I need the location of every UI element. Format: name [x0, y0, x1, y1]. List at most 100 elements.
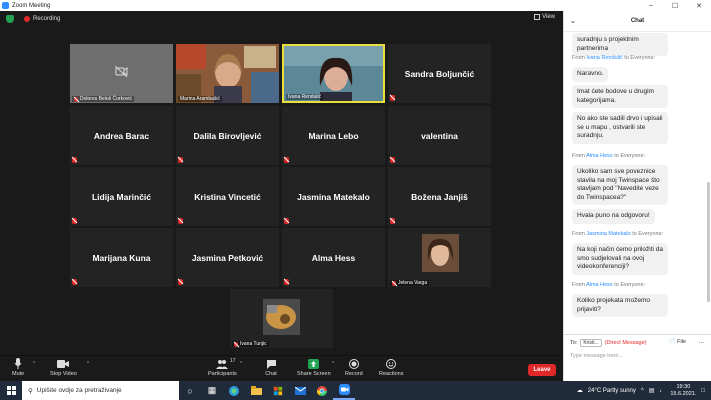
share-screen-icon [308, 358, 320, 369]
close-icon[interactable]: ✕ [687, 0, 711, 11]
participant-name: Andrea Barac [93, 130, 150, 141]
chat-header: ⌄ Chat [564, 11, 711, 32]
participant-tile[interactable]: Kristina Vincetić [176, 167, 279, 226]
participant-tile[interactable]: valentina [388, 106, 491, 165]
participant-tile[interactable]: Andrea Barac [70, 106, 173, 165]
participant-name: Sandra Boljunčić [404, 68, 475, 79]
mail-icon[interactable] [289, 381, 311, 400]
participant-tile[interactable]: Ivana Tunjic [230, 289, 333, 348]
chat-message-sender: From Alma Hess to Everyone: [572, 153, 646, 159]
chat-message: No ako ste sadili drvo i upisali se u ma… [572, 112, 668, 144]
grid-icon [534, 14, 541, 20]
chat-message-sender: From Alma Hess to Everyone: [572, 282, 646, 288]
participant-name: Marijana Kuna [92, 252, 151, 263]
participant-tile[interactable]: Jasmina Matekalo [282, 167, 385, 226]
participant-tile[interactable]: Dalila Birovljević [176, 106, 279, 165]
view-button[interactable]: View [534, 14, 555, 20]
chat-message: suradnju s projektnim partnerima [572, 33, 668, 56]
meeting-status-bar: Recording View [0, 11, 563, 27]
chevron-down-icon[interactable]: ⌄ [570, 17, 576, 25]
participant-tile[interactable]: Marijana Kuna [70, 228, 173, 287]
chat-messages[interactable]: suradnju s projektnim partnerima From Iv… [564, 32, 711, 334]
participant-tile[interactable]: Jelena Varga [388, 228, 491, 287]
chat-scrollbar[interactable] [707, 182, 710, 302]
chat-bubble-icon [265, 358, 277, 369]
chat-message: Imat ćete bodove u drugim kategorijama. [572, 85, 668, 108]
participant-tile[interactable]: Lidija Marinčić [70, 167, 173, 226]
chat-message: Hvala puno na odgovoru! [572, 209, 655, 224]
system-tray: ☁ 24°C Partly sunny ^ ▤ ♩ 19:30 15.6.202… [577, 384, 711, 398]
participant-name: Jasmina Matekalo [297, 191, 370, 202]
chat-compose: To: Kristi... (Direct Message) 📄 File ..… [564, 334, 711, 381]
share-screen-button[interactable]: Share Screen [297, 358, 331, 377]
task-grid-icon[interactable]: ▦ [201, 381, 223, 400]
participant-avatar [263, 299, 300, 335]
network-icon[interactable]: ▤ [649, 387, 655, 394]
video-camera-icon [57, 358, 70, 369]
reactions-button[interactable]: Reactions [379, 358, 403, 377]
search-icon: ⚲ [28, 387, 33, 395]
recipient-select[interactable]: Kristi... [580, 339, 602, 347]
view-label: View [542, 14, 555, 20]
windows-start-icon[interactable] [0, 381, 22, 400]
participant-tile[interactable]: Alma Hess [282, 228, 385, 287]
mic-muted-icon [74, 96, 78, 102]
mic-muted-icon [234, 341, 238, 347]
direct-message-label: (Direct Message) [604, 340, 647, 346]
participant-tile[interactable]: Sandra Boljunčić [388, 44, 491, 103]
participant-name-label: Jelena Varga [390, 280, 430, 286]
participant-tile[interactable]: Marina Lebo [282, 106, 385, 165]
taskbar-search-input[interactable]: ⚲ Upišite ovdje za pretraživanje [22, 381, 179, 400]
maximize-icon[interactable]: ☐ [663, 0, 687, 11]
weather-text[interactable]: 24°C Partly sunny [588, 388, 636, 394]
participant-name: Dalila Birovljević [193, 130, 262, 141]
participant-name: Božena Janjiš [411, 191, 468, 202]
participants-options-caret-icon[interactable]: ^ [240, 361, 242, 367]
video-options-caret-icon[interactable]: ^ [87, 361, 89, 367]
minimize-icon[interactable]: – [639, 0, 663, 11]
more-options-icon[interactable]: ... [699, 339, 704, 345]
participant-video [176, 44, 279, 103]
stop-video-button[interactable]: Stop Video [50, 358, 77, 377]
chat-message: Naravno. [572, 67, 609, 82]
tray-arrow-icon[interactable]: ^ [641, 388, 644, 394]
file-button[interactable]: 📄 File [669, 339, 686, 345]
participant-tile[interactable]: Marina Arambašić [176, 44, 279, 103]
task-view-icon[interactable]: ○ [179, 381, 201, 400]
smiley-plus-icon [385, 358, 397, 369]
clock[interactable]: 19:30 15.6.2021. [670, 384, 696, 398]
mic-muted-icon [178, 218, 183, 224]
zoom-taskbar-icon[interactable] [333, 381, 355, 400]
share-options-caret-icon[interactable]: ^ [332, 361, 334, 367]
mic-muted-icon [72, 279, 77, 285]
store-icon[interactable] [267, 381, 289, 400]
mute-button[interactable]: Mute [12, 358, 24, 377]
leave-button[interactable]: Leave [528, 364, 556, 376]
mic-muted-icon [284, 279, 289, 285]
participant-name: Lidija Marinčić [91, 191, 152, 202]
participant-name: Alma Hess [311, 252, 356, 263]
title-bar: Zoom Meeting – ☐ ✕ [0, 0, 711, 11]
shield-icon[interactable] [6, 15, 14, 23]
record-button[interactable]: Record [345, 358, 363, 377]
participant-tile[interactable]: Jasmina Petković [176, 228, 279, 287]
chat-message-input[interactable]: Type message here... [570, 353, 623, 359]
participant-tile[interactable]: Dolores Beloš Ćorković [70, 44, 173, 103]
edge-browser-icon[interactable] [223, 381, 245, 400]
chrome-icon[interactable] [311, 381, 333, 400]
record-icon [348, 358, 360, 369]
mute-options-caret-icon[interactable]: ^ [33, 361, 35, 367]
chat-button[interactable]: Chat [265, 358, 277, 377]
active-speaker-tile[interactable]: Ivana Rendulić [282, 44, 385, 103]
chat-title: Chat [630, 18, 645, 24]
notifications-icon[interactable]: □ [701, 388, 705, 394]
participant-name-label: Ivana Rendulić [286, 94, 324, 100]
recording-label: Recording [33, 16, 61, 22]
volume-icon[interactable]: ♩ [659, 388, 665, 394]
file-explorer-icon[interactable] [245, 381, 267, 400]
participant-tile[interactable]: Božena Janjiš [388, 167, 491, 226]
participant-avatar [422, 234, 459, 272]
mic-muted-icon [390, 218, 395, 224]
mic-muted-icon [178, 157, 183, 163]
microphone-icon [12, 358, 24, 369]
